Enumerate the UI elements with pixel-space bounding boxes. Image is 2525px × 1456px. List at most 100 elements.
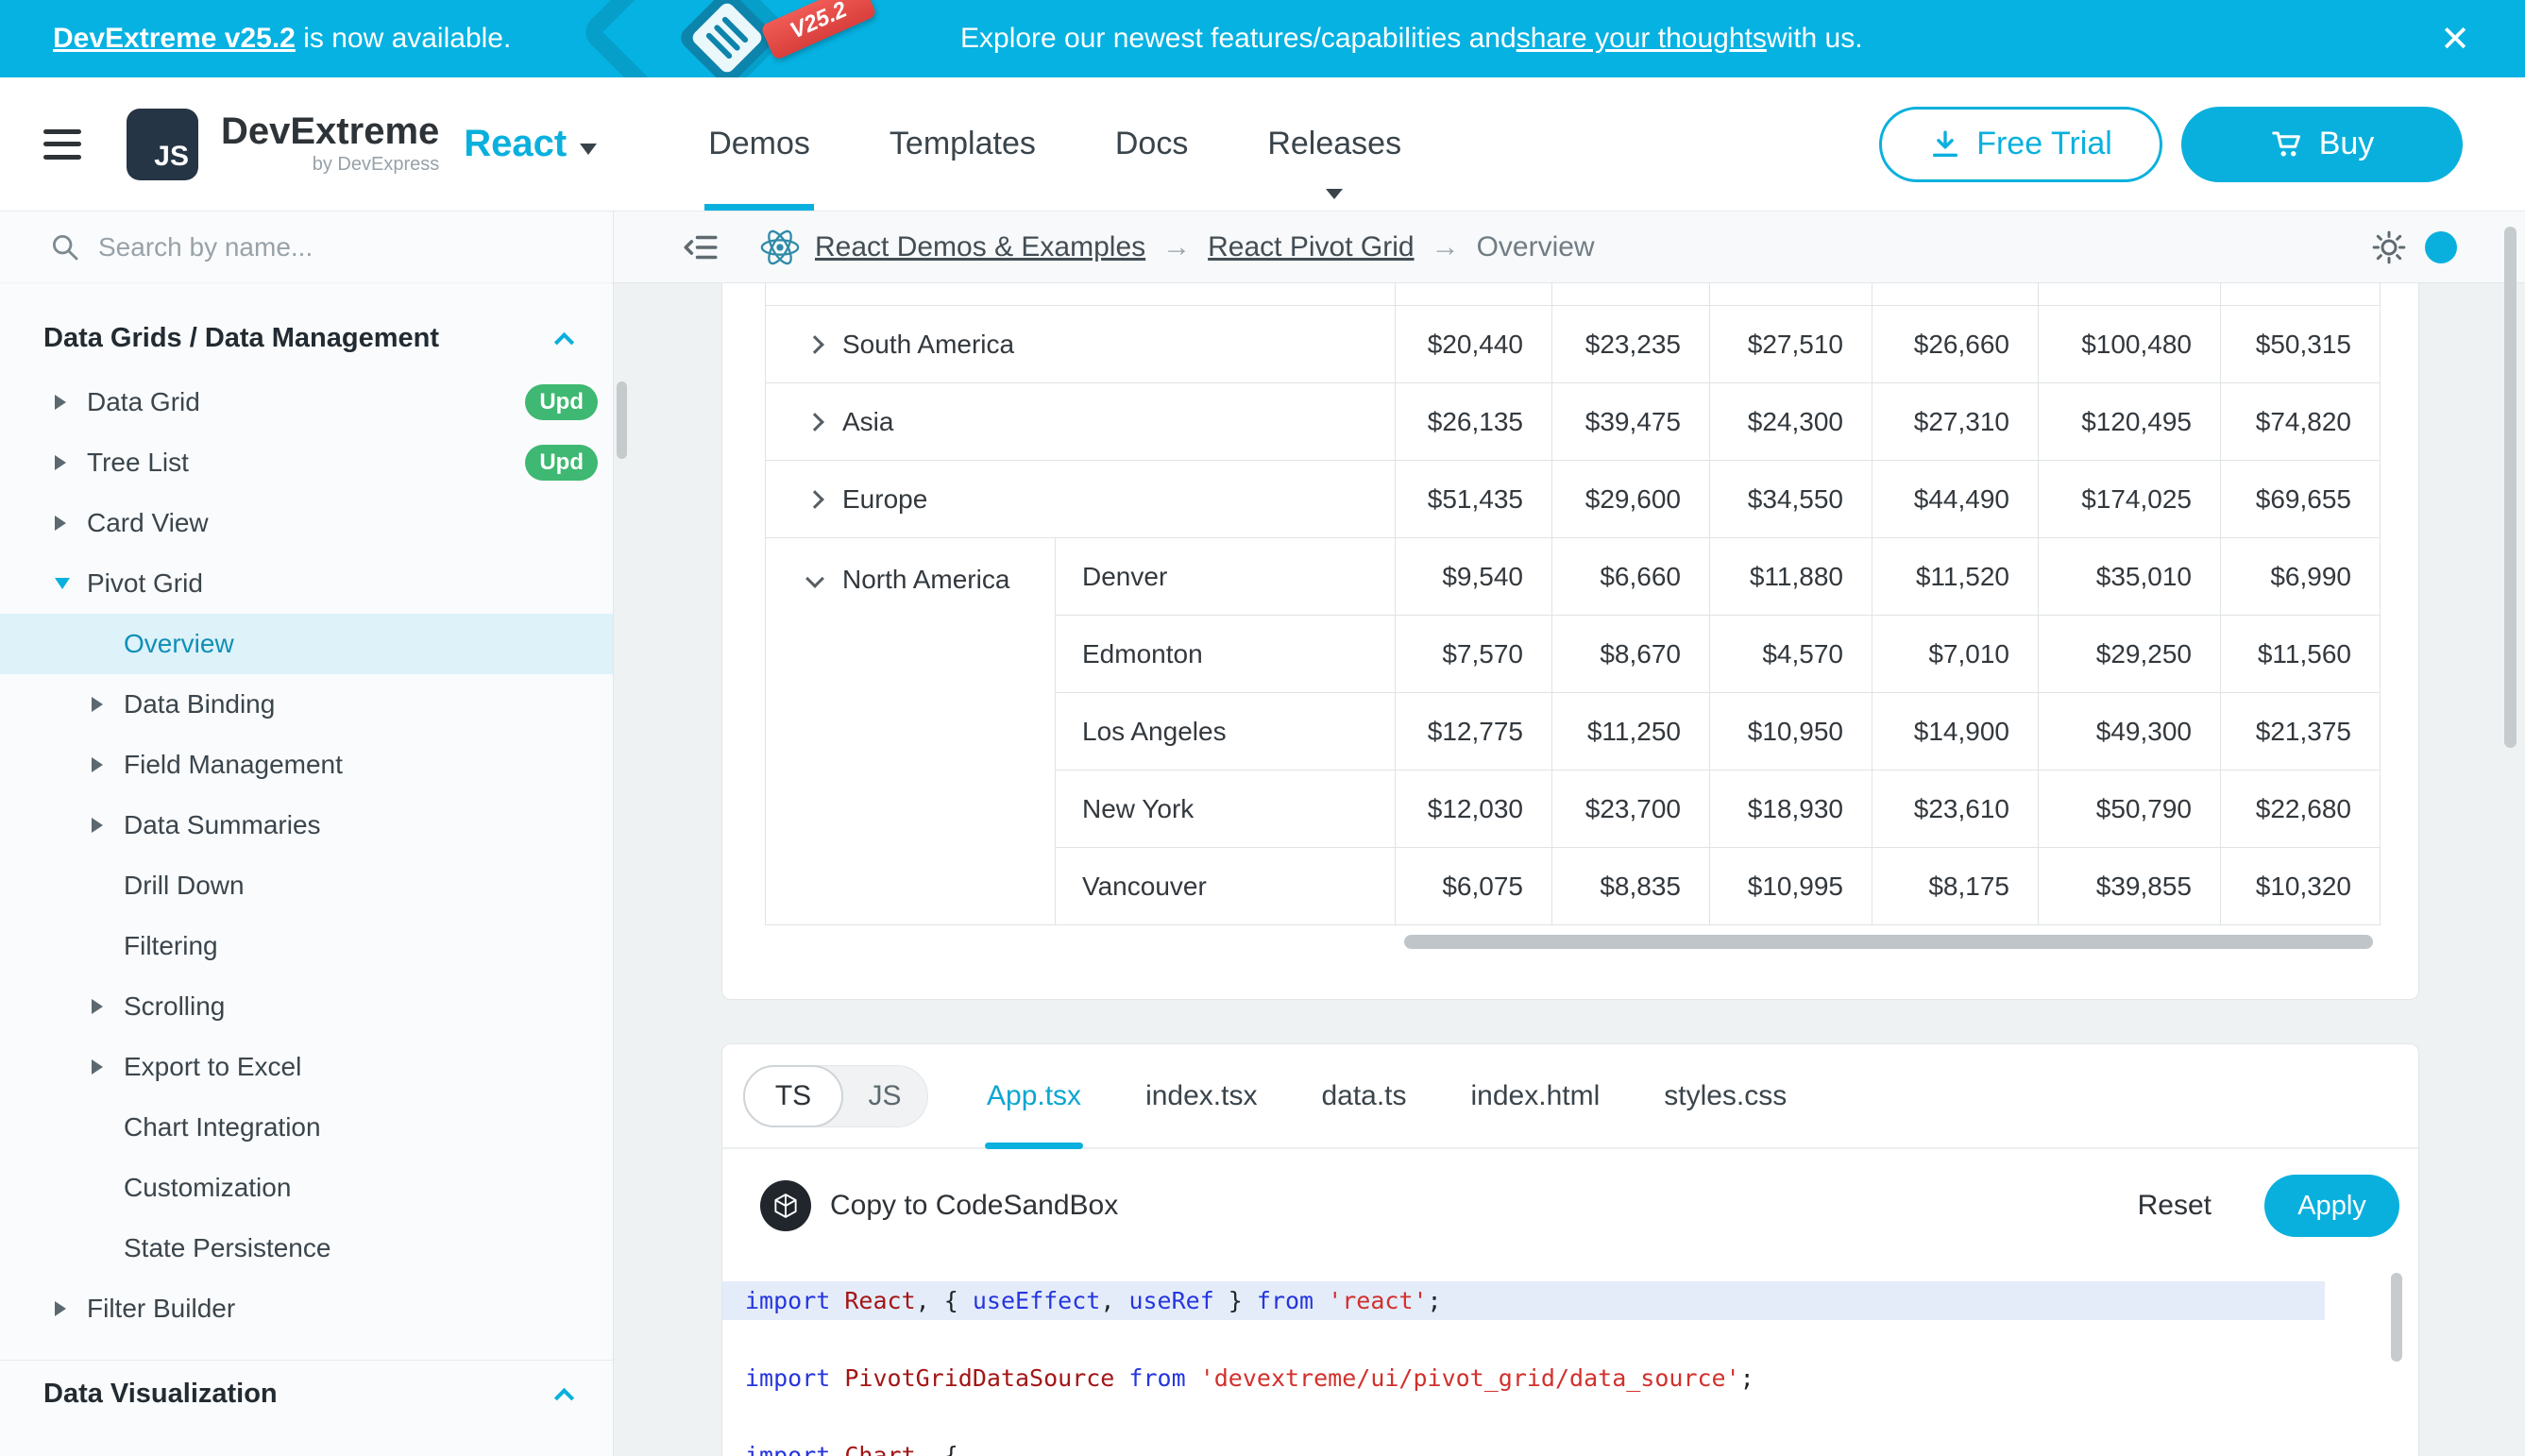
code-token: , xyxy=(1100,1287,1128,1314)
expand-chevron-icon[interactable] xyxy=(805,490,824,509)
language-option-js[interactable]: JS xyxy=(842,1080,927,1112)
pivot-horizontal-scrollbar[interactable] xyxy=(1404,935,2373,949)
brand[interactable]: DevExtreme by DevExpress xyxy=(221,112,439,176)
item-label: Filter Builder xyxy=(87,1294,235,1324)
code-vertical-scrollbar[interactable] xyxy=(2391,1273,2402,1362)
sidebar-section-data-visualization[interactable]: Data Visualization xyxy=(0,1360,613,1428)
pivot-value-cell: $4,570 xyxy=(1710,616,1873,693)
pivot-city-edmonton[interactable]: Edmonton xyxy=(1056,616,1396,693)
pivot-value-cell: $11,520 xyxy=(1873,538,2039,616)
pivot-cell-partial xyxy=(1710,283,1873,306)
language-option-ts[interactable]: TS xyxy=(743,1065,843,1127)
pivot-city-new-york[interactable]: New York xyxy=(1056,770,1396,848)
page-scrollbar[interactable] xyxy=(2504,227,2517,748)
search-input[interactable] xyxy=(98,232,495,262)
pivot-value-cell: $50,790 xyxy=(2039,770,2221,848)
tab-styles-css[interactable]: styles.css xyxy=(1664,1044,1787,1147)
light-theme-sun-icon[interactable] xyxy=(2370,229,2408,266)
banner-message-pre: Explore our newest features/capabilities… xyxy=(960,23,1517,55)
pivot-row-south-america[interactable]: South America xyxy=(766,306,1396,383)
sidebar-item-customization[interactable]: Customization xyxy=(0,1158,613,1218)
pivot-value-cell: $50,315 xyxy=(2221,306,2381,383)
code-line: import PivotGridDataSource from 'devextr… xyxy=(722,1359,2418,1397)
banner-announcement: DevExtreme v25.2 is now available. xyxy=(53,23,511,55)
version-link[interactable]: DevExtreme v25.2 xyxy=(53,23,296,54)
devextreme-js-logo[interactable]: JS xyxy=(127,109,198,180)
pivot-cell-partial xyxy=(1396,283,1552,306)
sidebar-item-state-persistence[interactable]: State Persistence xyxy=(0,1218,613,1278)
sidebar-item-drill-down[interactable]: Drill Down xyxy=(0,855,613,916)
pivot-row-europe[interactable]: Europe xyxy=(766,461,1396,538)
framework-selector-label[interactable]: React xyxy=(464,123,567,165)
buy-button[interactable]: Buy xyxy=(2181,107,2463,182)
free-trial-button[interactable]: Free Trial xyxy=(1879,107,2162,182)
nav-item-docs[interactable]: Docs xyxy=(1115,77,1188,211)
share-thoughts-link[interactable]: share your thoughts xyxy=(1517,23,1767,55)
item-label: State Persistence xyxy=(124,1233,330,1263)
tab-app-tsx[interactable]: App.tsx xyxy=(987,1044,1081,1147)
sidebar-item-filter-builder[interactable]: Filter Builder xyxy=(0,1278,613,1339)
expand-chevron-icon[interactable] xyxy=(805,335,824,354)
nav-item-demos[interactable]: Demos xyxy=(708,77,810,211)
pivot-value-cell: $26,135 xyxy=(1396,383,1552,461)
nav-item-releases[interactable]: Releases xyxy=(1267,77,1401,211)
triangle xyxy=(92,818,103,833)
triangle xyxy=(92,999,103,1014)
main-header: JS DevExtreme by DevExpress React Demos T… xyxy=(0,77,2525,212)
pivot-city-los-angeles[interactable]: Los Angeles xyxy=(1056,693,1396,770)
breadcrumb-link-react-pivot-grid[interactable]: React Pivot Grid xyxy=(1208,231,1414,263)
code-token: import xyxy=(745,1287,830,1314)
breadcrumb-link-react-demos-examples[interactable]: React Demos & Examples xyxy=(815,231,1145,263)
sidebar-item-data-summaries[interactable]: Data Summaries xyxy=(0,795,613,855)
chevron-right-icon xyxy=(92,999,124,1014)
code-tabs-row: TS JS App.tsx index.tsx data.ts index.html s… xyxy=(722,1044,2418,1149)
sidebar-item-field-management[interactable]: Field Management xyxy=(0,735,613,795)
sidebar-item-chart-integration[interactable]: Chart Integration xyxy=(0,1097,613,1158)
sidebar-item-tree-list[interactable]: Tree ListUpd xyxy=(0,432,613,493)
pivot-row-asia[interactable]: Asia xyxy=(766,383,1396,461)
code-token: 'devextreme/ui/pivot_grid/data_source' xyxy=(1200,1364,1740,1392)
code-token: useRef xyxy=(1128,1287,1213,1314)
banner-close-button[interactable]: ✕ xyxy=(2440,0,2470,77)
apply-button[interactable]: Apply xyxy=(2264,1175,2399,1237)
hamburger-menu-icon[interactable] xyxy=(43,129,81,160)
main-nav: Demos Templates Docs Releases xyxy=(708,77,1401,211)
framework-caret-icon[interactable] xyxy=(580,144,597,155)
item-label: Drill Down xyxy=(124,871,245,901)
code-editor[interactable]: import React, { useEffect, useRef } from… xyxy=(722,1262,2418,1456)
sidebar-item-scrolling[interactable]: Scrolling xyxy=(0,976,613,1037)
codesandbox-icon[interactable] xyxy=(760,1180,811,1231)
sidebar-item-data-grid[interactable]: Data GridUpd xyxy=(0,372,613,432)
copy-to-codesandbox-link[interactable]: Copy to CodeSandBox xyxy=(830,1190,1118,1222)
sidebar-section-data-grids-data-management[interactable]: Data Grids / Data Management xyxy=(0,304,613,372)
pivot-value-cell: $69,655 xyxy=(2221,461,2381,538)
nav-item-templates[interactable]: Templates xyxy=(890,77,1036,211)
pivot-city-vancouver[interactable]: Vancouver xyxy=(1056,848,1396,925)
pivot-value-cell: $23,235 xyxy=(1552,306,1710,383)
breadcrumb: React Demos & Examples→React Pivot Grid→… xyxy=(758,226,1595,269)
sidebar-scrollbar[interactable] xyxy=(617,381,627,459)
sidebar-item-card-view[interactable]: Card View xyxy=(0,493,613,553)
region-label: South America xyxy=(842,330,1014,360)
expand-chevron-icon[interactable] xyxy=(805,413,824,432)
pivot-value-cell: $6,660 xyxy=(1552,538,1710,616)
sidebar-item-export-to-excel[interactable]: Export to Excel xyxy=(0,1037,613,1097)
collapse-sidebar-icon[interactable] xyxy=(681,228,720,267)
sidebar-item-overview[interactable]: Overview xyxy=(0,614,613,674)
pivot-value-cell: $100,480 xyxy=(2039,306,2221,383)
sidebar-item-data-binding[interactable]: Data Binding xyxy=(0,674,613,735)
sidebar-item-pivot-grid[interactable]: Pivot Grid xyxy=(0,553,613,614)
pivot-value-cell: $11,250 xyxy=(1552,693,1710,770)
tab-data-ts[interactable]: data.ts xyxy=(1321,1044,1406,1147)
item-label: Field Management xyxy=(124,750,343,780)
reset-button[interactable]: Reset xyxy=(2138,1190,2211,1222)
pivot-city-denver[interactable]: Denver xyxy=(1056,538,1396,616)
tab-index-html[interactable]: index.html xyxy=(1471,1044,1601,1147)
pivot-value-cell: $24,300 xyxy=(1710,383,1873,461)
tab-index-tsx[interactable]: index.tsx xyxy=(1145,1044,1257,1147)
pivot-row-north-america[interactable]: North America xyxy=(766,538,1056,925)
sidebar-item-filtering[interactable]: Filtering xyxy=(0,916,613,976)
collapse-chevron-icon[interactable] xyxy=(805,569,824,588)
theme-toggle[interactable] xyxy=(2425,231,2457,263)
update-badge: Upd xyxy=(525,384,598,420)
